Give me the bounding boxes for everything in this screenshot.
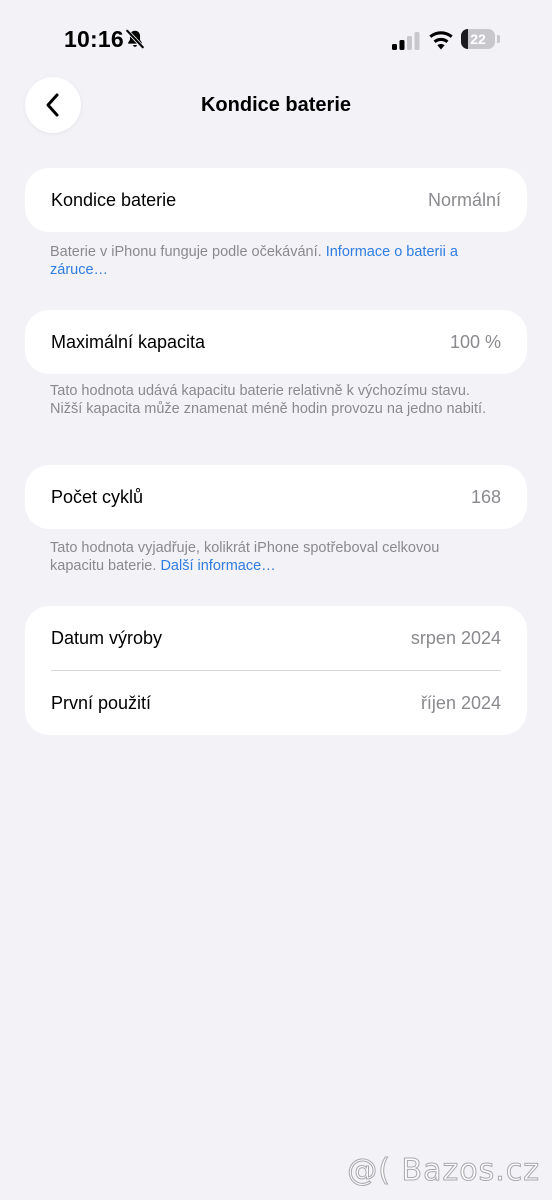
battery-health-card[interactable]: Kondice baterie Normální bbox=[25, 168, 527, 232]
first-use-label: První použití bbox=[51, 692, 152, 713]
battery-health-footnote-text: Baterie v iPhonu funguje podle očekávání… bbox=[50, 244, 326, 260]
max-capacity-label: Maximální kapacita bbox=[51, 331, 206, 352]
cycle-count-value: 168 bbox=[470, 486, 501, 507]
page-title: Kondice baterie bbox=[200, 94, 352, 116]
cycle-count-row: Počet cyklů 168 bbox=[25, 465, 527, 529]
battery-health-row[interactable]: Kondice baterie Normální bbox=[25, 168, 527, 232]
cycle-count-footnote: Tato hodnota vyjadřuje, kolikrát iPhone … bbox=[50, 539, 495, 575]
battery-health-value: Normální bbox=[427, 189, 501, 210]
manufacture-date-row: Datum výroby srpen 2024 bbox=[25, 606, 527, 670]
cycle-count-label: Počet cyklů bbox=[51, 486, 144, 507]
battery-health-label: Kondice baterie bbox=[51, 189, 177, 210]
dates-card: Datum výroby srpen 2024 První použití ří… bbox=[25, 606, 527, 735]
signal-icon bbox=[392, 32, 420, 50]
watermark: @( Bazos.cz bbox=[347, 1153, 540, 1189]
cycle-count-card: Počet cyklů 168 bbox=[25, 465, 527, 529]
more-info-link[interactable]: Další informace… bbox=[160, 558, 275, 574]
first-use-value: říjen 2024 bbox=[420, 692, 501, 713]
status-time: 10:16 bbox=[64, 26, 124, 52]
max-capacity-value: 100 % bbox=[449, 331, 501, 352]
wifi-icon bbox=[429, 31, 453, 50]
manufacture-date-label: Datum výroby bbox=[51, 627, 163, 648]
status-bar: 10:16 22 bbox=[0, 0, 552, 80]
bell-slash-icon bbox=[125, 29, 145, 49]
manufacture-date-value: srpen 2024 bbox=[410, 627, 501, 648]
max-capacity-card: Maximální kapacita 100 % bbox=[25, 310, 527, 374]
battery-icon: 22 bbox=[461, 29, 501, 51]
battery-health-footnote: Baterie v iPhonu funguje podle očekávání… bbox=[50, 243, 495, 279]
battery-level: 22 bbox=[470, 31, 486, 47]
max-capacity-footnote: Tato hodnota udává kapacitu baterie rela… bbox=[50, 383, 487, 417]
max-capacity-row: Maximální kapacita 100 % bbox=[25, 310, 527, 374]
first-use-row: První použití říjen 2024 bbox=[25, 671, 527, 735]
